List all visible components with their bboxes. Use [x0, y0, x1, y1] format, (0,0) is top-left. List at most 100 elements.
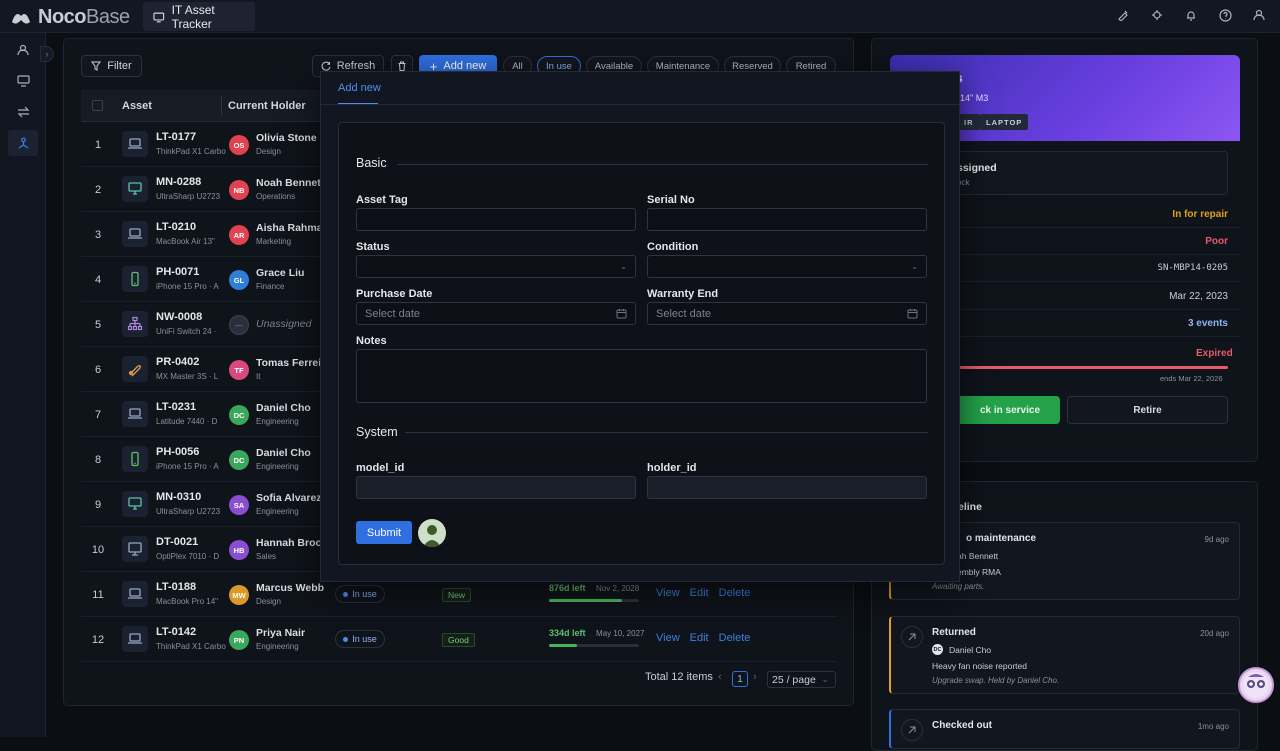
holder-department: Design — [256, 597, 281, 606]
avatar: HB — [229, 540, 249, 560]
timeline-item-returned[interactable]: Returned 20d ago DC Daniel Cho Heavy fan… — [889, 616, 1240, 694]
asset-model: OptiPlex 7010 · D — [156, 552, 220, 561]
holder-department: Sales — [256, 552, 277, 561]
sidebar-item-network[interactable] — [8, 130, 38, 156]
asset-tag[interactable]: PR-0402 — [156, 356, 199, 368]
timeline-item-person: Daniel Cho — [949, 645, 992, 655]
section-basic: Basic — [356, 156, 387, 170]
holder-name: Olivia Stone — [256, 132, 317, 144]
condition-select[interactable]: ⌄ — [647, 255, 927, 278]
help-icon[interactable] — [1218, 8, 1232, 22]
user-icon — [17, 44, 29, 56]
holder-name: Marcus Webb — [256, 582, 325, 594]
monitor-icon — [153, 12, 165, 22]
timeline-item-line: Heavy fan noise reported — [932, 661, 1027, 671]
row-number: 7 — [94, 408, 102, 421]
timeline-item-ago: 9d ago — [1204, 535, 1229, 544]
warranty-end-picker[interactable]: Select date — [647, 302, 927, 325]
delete-link[interactable]: Delete — [719, 587, 751, 599]
row-number: 4 — [94, 273, 102, 286]
tab-it-asset-tracker[interactable]: IT Asset Tracker — [143, 2, 255, 31]
table-row[interactable]: 12 LT-0142 ThinkPad X1 Carbon PN Priya Nair E… — [81, 617, 837, 662]
select-all-checkbox[interactable] — [92, 100, 103, 111]
view-link[interactable]: View — [656, 587, 680, 599]
bell-icon[interactable] — [1184, 8, 1198, 22]
asset-tag[interactable]: MN-0310 — [156, 491, 201, 503]
warranty-date: May 10, 2027 — [596, 629, 645, 638]
design-mode-icon[interactable] — [1116, 8, 1130, 22]
top-right-icons — [1116, 8, 1266, 22]
holder-name: Daniel Cho — [256, 447, 311, 459]
edit-link[interactable]: Edit — [690, 632, 709, 644]
warranty-status: Expired — [1196, 348, 1233, 359]
desktop-icon — [122, 536, 148, 562]
user-icon[interactable] — [1252, 8, 1266, 22]
view-link[interactable]: View — [656, 632, 680, 644]
avatar: MW — [229, 585, 249, 605]
asset-tag[interactable]: LT-0142 — [156, 626, 196, 638]
asset-tag[interactable]: LT-0231 — [156, 401, 196, 413]
avatar: OS — [229, 135, 249, 155]
avatar: DC — [229, 450, 249, 470]
plugin-icon[interactable] — [1150, 8, 1164, 22]
purchase-date-picker[interactable]: Select date — [356, 302, 636, 325]
status-select[interactable]: ⌄ — [356, 255, 636, 278]
page-size-select[interactable]: 25 / page ⌄ — [767, 671, 836, 688]
timeline-item-checked-out[interactable]: Checked out 1mo ago — [889, 709, 1240, 749]
submit-button[interactable]: Submit — [356, 521, 412, 544]
condition-label: Condition — [647, 241, 699, 253]
holder-id-label: holder_id — [647, 462, 697, 474]
sidebar-collapse-chevron-icon[interactable]: › — [40, 46, 54, 62]
warranty-date: Nov 2, 2028 — [596, 584, 640, 593]
asset-tag[interactable]: LT-0177 — [156, 131, 196, 143]
asset-tag-input[interactable] — [356, 208, 636, 231]
edit-link[interactable]: Edit — [690, 587, 709, 599]
row-number: 12 — [91, 633, 105, 646]
app-logo[interactable]: NocoBase — [10, 6, 130, 29]
avatar: GL — [229, 270, 249, 290]
notes-textarea[interactable] — [356, 349, 927, 403]
asset-tag[interactable]: LT-0188 — [156, 581, 196, 593]
asset-tag[interactable]: PH-0071 — [156, 266, 199, 278]
column-asset[interactable]: Asset — [122, 100, 152, 112]
chip-status: IR — [958, 114, 980, 130]
assistant-avatar-button[interactable] — [1238, 667, 1274, 703]
mouse-icon — [122, 356, 148, 382]
pager-next-icon[interactable]: › — [753, 671, 757, 683]
assistant-avatar-icon — [1243, 672, 1269, 698]
sidebar-item-transfers[interactable] — [8, 99, 38, 125]
purchase-date-label: Purchase Date — [356, 288, 433, 300]
delete-link[interactable]: Delete — [719, 632, 751, 644]
sidebar-item-devices[interactable] — [8, 68, 38, 94]
warranty-ends: ends Mar 22, 2026 — [1160, 374, 1223, 383]
avatar: — — [229, 315, 249, 335]
holder-id-input[interactable] — [647, 476, 927, 499]
row-number: 3 — [94, 228, 102, 241]
holder-department: Design — [256, 147, 281, 156]
chevron-down-icon: ⌄ — [821, 675, 829, 684]
timeline-item-title: o maintenance — [966, 533, 1037, 544]
pager-page-1[interactable]: 1 — [732, 671, 748, 687]
asset-tag[interactable]: LT-0210 — [156, 221, 196, 233]
holder-name: Daniel Cho — [256, 402, 311, 414]
condition-badge: New — [442, 588, 472, 602]
holder-name: Unassigned — [256, 318, 312, 330]
monitor-icon — [16, 75, 30, 87]
tab-add-new[interactable]: Add new — [338, 82, 381, 94]
sidebar-item-users[interactable] — [8, 37, 38, 63]
row-number: 1 — [94, 138, 102, 151]
model-id-input[interactable] — [356, 476, 636, 499]
condition-value: Poor — [1205, 236, 1228, 247]
serial-no-input[interactable] — [647, 208, 927, 231]
holder-name: Sofia Alvarez — [256, 492, 322, 504]
asset-tag[interactable]: MN-0288 — [156, 176, 201, 188]
asset-tag[interactable]: NW-0008 — [156, 311, 202, 323]
column-current-holder[interactable]: Current Holder — [228, 100, 306, 112]
retire-button[interactable]: Retire — [1067, 396, 1228, 424]
filter-button[interactable]: Filter — [81, 55, 142, 77]
asset-tag[interactable]: PH-0056 — [156, 446, 199, 458]
pager-prev-icon[interactable]: ‹ — [718, 671, 722, 683]
holder-department: Engineering — [256, 462, 299, 471]
laptop-icon — [122, 581, 148, 607]
asset-tag[interactable]: DT-0021 — [156, 536, 198, 548]
